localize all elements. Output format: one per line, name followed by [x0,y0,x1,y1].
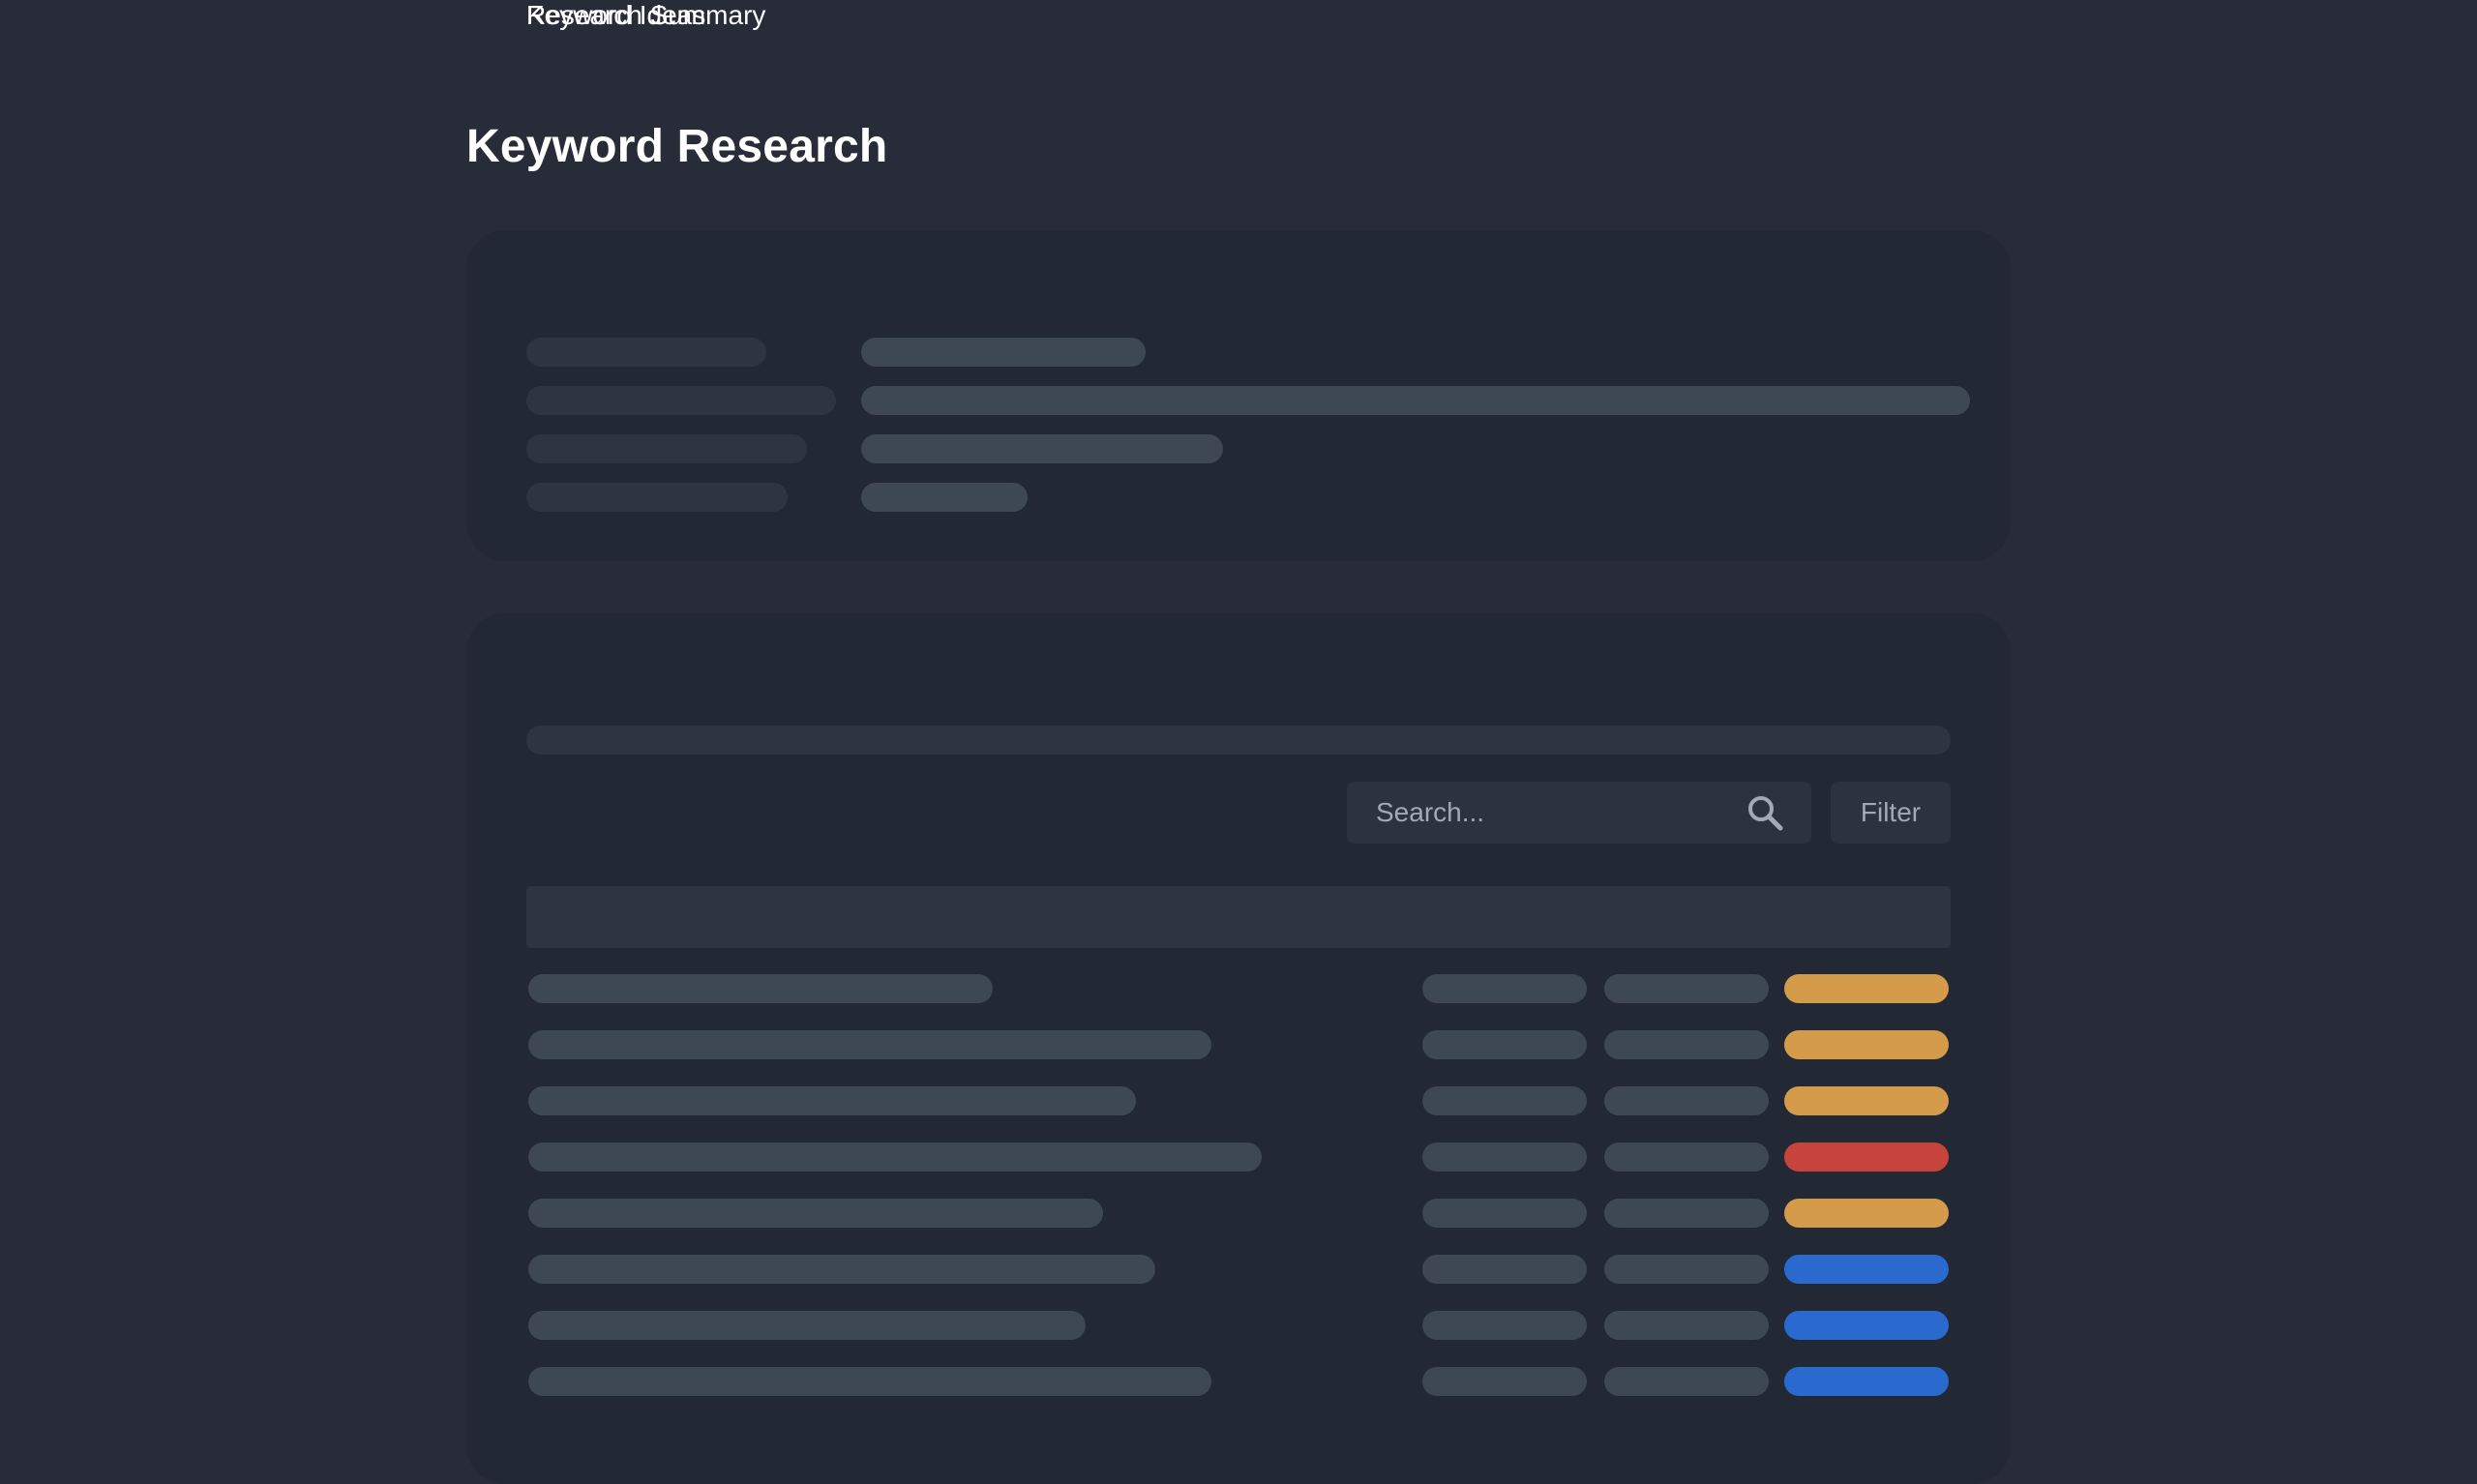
table-header [526,886,1951,948]
volume-placeholder [1422,1199,1587,1228]
cpc-placeholder [1604,1143,1769,1172]
difficulty-status-pill [1784,1030,1949,1059]
keyword-placeholder [528,1143,1262,1172]
summary-label-placeholder [526,386,836,415]
keyword-placeholder [528,1311,1086,1340]
cpc-placeholder [1604,974,1769,1003]
search-box [1347,782,1811,844]
search-input[interactable] [1347,782,1734,844]
difficulty-status-pill [1784,974,1949,1003]
page-title: Keyword Research [466,121,888,172]
summary-label-placeholder [526,434,807,463]
difficulty-status-pill [1784,1255,1949,1284]
summary-value-placeholder [861,434,1223,463]
volume-placeholder [1422,1255,1587,1284]
keyword-placeholder [528,974,993,1003]
summary-value-placeholder [861,483,1028,512]
difficulty-status-pill [1784,1311,1949,1340]
summary-value-placeholder [861,338,1146,367]
cpc-placeholder [1604,1367,1769,1396]
difficulty-status-pill [1784,1086,1949,1115]
volume-placeholder [1422,1143,1587,1172]
difficulty-status-pill [1784,1367,1949,1396]
volume-placeholder [1422,1030,1587,1059]
filter-button[interactable]: Filter [1831,782,1951,844]
volume-placeholder [1422,974,1587,1003]
keyword-placeholder [528,1367,1211,1396]
cpc-placeholder [1604,1199,1769,1228]
keyword-ideas-description-placeholder [526,726,1951,755]
keyword-ideas-title: Keyword Ideas [526,0,706,30]
volume-placeholder [1422,1367,1587,1396]
keyword-placeholder [528,1255,1155,1284]
keyword-placeholder [528,1086,1136,1115]
cpc-placeholder [1604,1255,1769,1284]
keyword-placeholder [528,1199,1103,1228]
keyword-placeholder [528,1030,1211,1059]
summary-label-placeholder [526,338,766,367]
difficulty-status-pill [1784,1199,1949,1228]
cpc-placeholder [1604,1311,1769,1340]
volume-placeholder [1422,1311,1587,1340]
cpc-placeholder [1604,1086,1769,1115]
volume-placeholder [1422,1086,1587,1115]
summary-label-placeholder [526,483,788,512]
search-icon[interactable] [1744,791,1786,834]
summary-value-placeholder [861,386,1970,415]
cpc-placeholder [1604,1030,1769,1059]
difficulty-status-pill [1784,1143,1949,1172]
